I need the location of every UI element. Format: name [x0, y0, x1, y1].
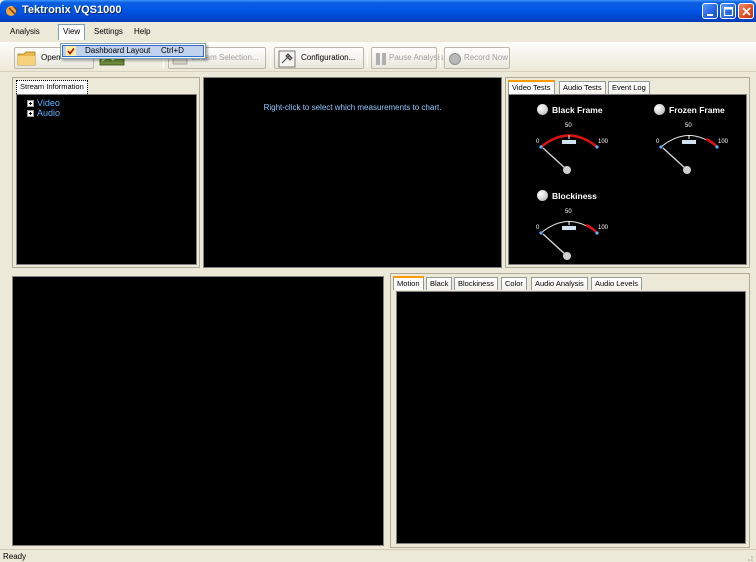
tab-motion[interactable]: Motion — [393, 276, 424, 290]
expand-icon[interactable] — [27, 110, 34, 117]
configuration-icon — [278, 50, 296, 68]
gauge-max-label: 100 — [598, 225, 609, 231]
gauge-min-label: 0 — [656, 139, 660, 145]
gauge-min-label: 0 — [536, 139, 540, 145]
folder-icon — [17, 51, 36, 66]
stream-information-panel: Stream Information Video Audio — [12, 77, 200, 268]
checkmark-icon — [66, 46, 76, 56]
tab-audio-analysis[interactable]: Audio Analysis — [531, 277, 588, 290]
analysis-panel: Motion Black Blockiness Color Audio Anal… — [390, 273, 750, 548]
gauge-black-frame: Black Frame 50 0 100 — [509, 95, 629, 185]
video-tests-content: Black Frame 50 0 100 Frozen Frame 50 0 1… — [508, 94, 747, 265]
gauge-max-label: 100 — [718, 139, 729, 145]
tab-color[interactable]: Color — [501, 277, 527, 290]
resize-grip-icon[interactable] — [744, 552, 754, 562]
tab-event-log[interactable]: Event Log — [608, 81, 650, 94]
chart-hint: Right-click to select which measurements… — [263, 103, 442, 112]
gauge-max-label: 100 — [598, 139, 609, 145]
stream-tree: Video Audio — [16, 94, 197, 265]
gauge-mid-label: 50 — [565, 209, 572, 215]
tab-stream-information[interactable]: Stream Information — [16, 80, 88, 94]
maximize-icon — [723, 6, 734, 17]
tab-audio-tests[interactable]: Audio Tests — [559, 81, 606, 94]
record-icon — [449, 53, 461, 65]
gauge-mid-label: 50 — [565, 123, 572, 129]
gauge-frozen-frame: Frozen Frame 50 0 100 — [629, 95, 749, 185]
menu-analysis[interactable]: Analysis — [6, 25, 44, 39]
gauge-min-label: 0 — [536, 225, 540, 231]
menu-view[interactable]: View — [58, 24, 86, 40]
dashboard-layout-menu-item[interactable]: Dashboard Layout Ctrl+D — [62, 45, 204, 57]
window-title: Tektronix VQS1000 — [22, 4, 122, 16]
minimize-button[interactable] — [702, 3, 718, 19]
toolbar-separator — [270, 48, 271, 68]
record-now-button[interactable]: Record Now — [444, 47, 510, 69]
menu-help[interactable]: Help — [130, 25, 154, 39]
configuration-button[interactable]: Configuration... — [274, 47, 364, 69]
status-led-icon — [537, 190, 548, 201]
gauge-mid-label: 50 — [685, 123, 692, 129]
maximize-button[interactable] — [720, 3, 736, 19]
tab-blockiness[interactable]: Blockiness — [454, 277, 498, 290]
toolbar-separator — [367, 48, 368, 68]
pause-analysis-button[interactable]: Pause Analysis — [371, 47, 443, 69]
motion-chart-area — [396, 291, 746, 544]
app-logo-icon — [6, 6, 18, 16]
tab-audio-levels[interactable]: Audio Levels — [591, 277, 642, 290]
measurement-chart-panel[interactable]: Right-click to select which measurements… — [203, 77, 502, 268]
tab-black[interactable]: Black — [426, 277, 453, 290]
status-text: Ready — [3, 552, 27, 561]
menu-bar: Analysis View Settings Help — [0, 22, 756, 42]
title-bar: Tektronix VQS1000 — [0, 0, 756, 22]
toolbar-separator — [440, 48, 441, 68]
close-button[interactable] — [738, 3, 754, 19]
expand-icon[interactable] — [27, 100, 34, 107]
status-led-icon — [537, 104, 548, 115]
status-led-icon — [654, 104, 665, 115]
status-bar: Ready — [0, 549, 756, 562]
tests-panel: Video Tests Audio Tests Event Log Black … — [505, 77, 750, 268]
view-dropdown-menu: Dashboard Layout Ctrl+D — [60, 43, 206, 59]
gauge-blockiness: Blockiness 50 0 100 — [509, 181, 629, 266]
close-icon — [742, 7, 751, 16]
video-display-panel — [12, 276, 384, 546]
minimize-icon — [707, 14, 713, 16]
menu-settings[interactable]: Settings — [90, 25, 127, 39]
tab-video-tests[interactable]: Video Tests — [508, 80, 555, 94]
pause-icon — [376, 53, 386, 65]
